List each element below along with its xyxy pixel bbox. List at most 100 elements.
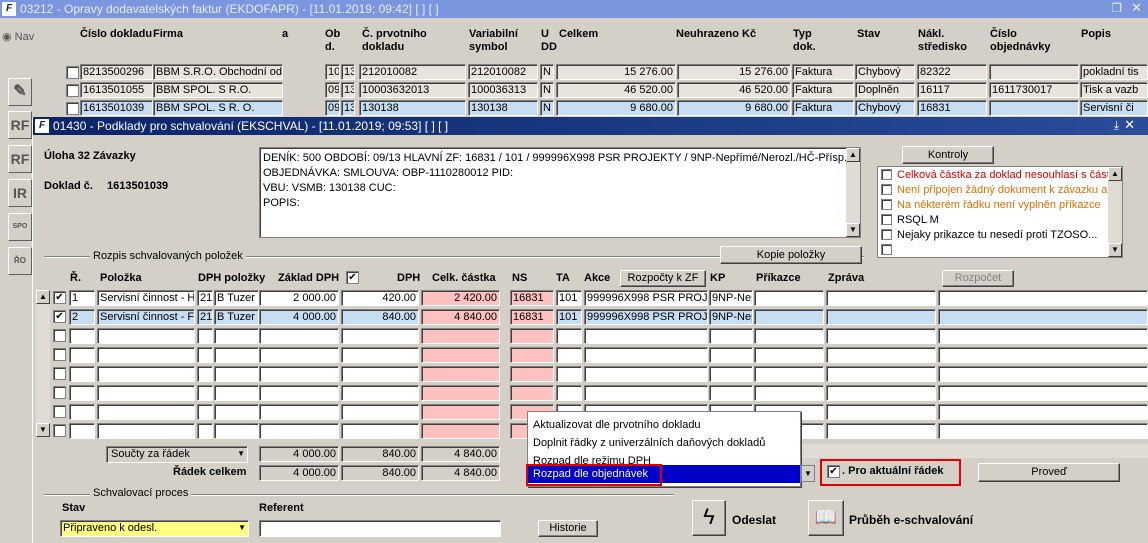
grid-cell-celk[interactable] [421,366,500,382]
bg-cell-celkem[interactable]: 15 276.00 [556,64,676,80]
grid-cell-prikazce[interactable] [754,347,824,363]
grid-cell-ta[interactable] [556,347,582,363]
grid-cell-zaklad[interactable] [259,404,339,420]
bg-cell-d[interactable]: 13 [341,82,355,98]
grid-cell-d1[interactable]: 21 [197,290,213,306]
close-icon[interactable]: ✕ [1131,0,1142,16]
grid-cell-r[interactable] [69,347,95,363]
info-textarea[interactable]: DENÍK: 500 OBDOBÍ: 09/13 HLAVNÍ ZF: 1683… [259,147,861,238]
grid-cell-kp[interactable] [709,347,753,363]
bg-cell-prvotni[interactable]: 10003632013 [359,82,466,98]
scroll-down-icon[interactable]: ▼ [1108,243,1122,257]
grid-cell-ns[interactable] [510,347,554,363]
grid-cell-r[interactable]: 2 [69,309,95,325]
grid-cell-zprava[interactable] [826,404,936,420]
row-checkbox[interactable]: ✔ [53,310,66,323]
grid-cell-dph[interactable]: 840.00 [341,309,419,325]
grid-cell-dph[interactable]: 420.00 [341,290,419,306]
bg-cell-ob[interactable]: 09 [325,82,340,98]
grid-cell-d2[interactable]: B Tuzer [214,290,259,306]
scroll-down-icon[interactable]: ▼ [846,223,860,237]
col-cislo[interactable]: Číslo dokladu [80,28,152,41]
bg-cell-typ[interactable]: Faktura [792,82,854,98]
grid-cell-prikazce[interactable] [754,366,824,382]
grid-cell-extra[interactable] [938,309,1148,325]
grid-cell-ta[interactable] [556,366,582,382]
grid-cell-ns[interactable] [510,385,554,401]
col-stredisko[interactable]: Nákl. středisko [918,28,978,54]
bg-cell-popis[interactable]: Tisk a vazb [1080,82,1148,98]
dropdown-item[interactable]: Aktualizovat dle prvotního dokladu [528,416,800,434]
grid-scrollbar[interactable]: ▲ ▼ [36,290,50,437]
grid-cell-d2[interactable] [214,423,259,439]
referent-input[interactable] [259,520,501,537]
lightning-icon[interactable]: ϟ [692,500,726,536]
bg-cell-vs[interactable]: 100036313 [468,82,538,98]
grid-cell-kp[interactable] [709,366,753,382]
col-ob[interactable]: Ob d. [325,28,347,54]
bg-row-checkbox[interactable] [66,66,79,79]
row-checkbox[interactable] [53,348,66,361]
scroll-up-icon[interactable]: ▲ [1108,167,1122,181]
col-neuhrazeno[interactable]: Neuhrazeno Kč [676,28,756,41]
bg-cell-celkem[interactable]: 9 680.00 [556,100,676,116]
grid-cell-polozka[interactable] [97,404,195,420]
rozpocty-button[interactable]: Rozpočty k ZF [620,270,706,287]
bg-cell-d[interactable]: 13 [341,64,355,80]
bg-cell-prvotni[interactable]: 212010082 [359,64,466,80]
row-checkbox[interactable] [53,405,66,418]
proved-button[interactable]: Proveď [978,463,1120,482]
col-popis[interactable]: Popis [1081,28,1111,41]
bg-cell-neuhr[interactable]: 9 680.00 [677,100,791,116]
bg-row-checkbox[interactable] [66,102,79,115]
bg-cell-popis[interactable]: Servisní či [1080,100,1148,116]
row-checkbox[interactable] [53,367,66,380]
close-dialog-icon[interactable]: ✕ [1124,117,1135,133]
grid-cell-polozka[interactable] [97,347,195,363]
soucty-select[interactable]: Součty za řádek ▼ [106,446,248,463]
bg-cell-udd[interactable]: N [540,64,554,80]
grid-cell-r[interactable] [69,404,95,420]
grid-cell-kp[interactable] [709,328,753,344]
book-icon[interactable]: 📖 [808,500,844,536]
grid-cell-dph[interactable] [341,328,419,344]
grid-cell-zprava[interactable] [826,309,936,325]
grid-cell-zprava[interactable] [826,423,936,439]
scroll-down-icon[interactable]: ▼ [36,423,50,437]
kontroly-button[interactable]: Kontroly [902,146,994,164]
grid-cell-r[interactable] [69,385,95,401]
col-celkem[interactable]: Celkem [559,28,598,41]
grid-cell-ns[interactable] [510,366,554,382]
grid-cell-r[interactable] [69,328,95,344]
grid-cell-celk[interactable]: 2 420.00 [421,290,500,306]
grid-cell-ns[interactable]: 16831 [510,290,554,306]
scroll-up-icon[interactable]: ▲ [36,290,50,304]
grid-cell-zaklad[interactable]: 2 000.00 [259,290,339,306]
grid-cell-r[interactable] [69,366,95,382]
kontrola-item[interactable]: Není připojen žádný dokument k závazku a… [881,184,1113,198]
col-typ[interactable]: Typ dok. [793,28,833,54]
grid-cell-r[interactable] [69,423,95,439]
row-checkbox[interactable] [53,329,66,342]
grid-cell-zaklad[interactable] [259,347,339,363]
grid-cell-akce[interactable] [584,385,708,401]
grid-cell-celk[interactable] [421,404,500,420]
grid-cell-zaklad[interactable]: 4 000.00 [259,309,339,325]
grid-cell-d1[interactable]: 21 [197,309,213,325]
historie-button[interactable]: Historie [538,520,598,537]
grid-cell-akce[interactable]: 999996X998 PSR PROJEI [584,309,708,325]
chevron-down-icon[interactable]: ▼ [801,465,815,482]
grid-cell-dph[interactable] [341,366,419,382]
grid-cell-kp[interactable] [709,385,753,401]
kontrola-item[interactable]: RSQL M [881,214,1107,228]
grid-cell-prikazce[interactable] [754,290,824,306]
prubeh-label[interactable]: Průběh e-schvalování [849,513,973,527]
bg-cell-stav[interactable]: Chybový [855,100,915,116]
grid-cell-celk[interactable] [421,347,500,363]
grid-cell-polozka[interactable] [97,423,195,439]
side-icon-4[interactable]: SPO [8,213,32,241]
col-prvotni[interactable]: Č. prvotního dokladu [362,28,452,54]
bg-cell-celkem[interactable]: 46 520.00 [556,82,676,98]
side-icon-1[interactable]: RF [8,111,32,139]
edit-document-icon[interactable]: ✎ [8,78,32,106]
